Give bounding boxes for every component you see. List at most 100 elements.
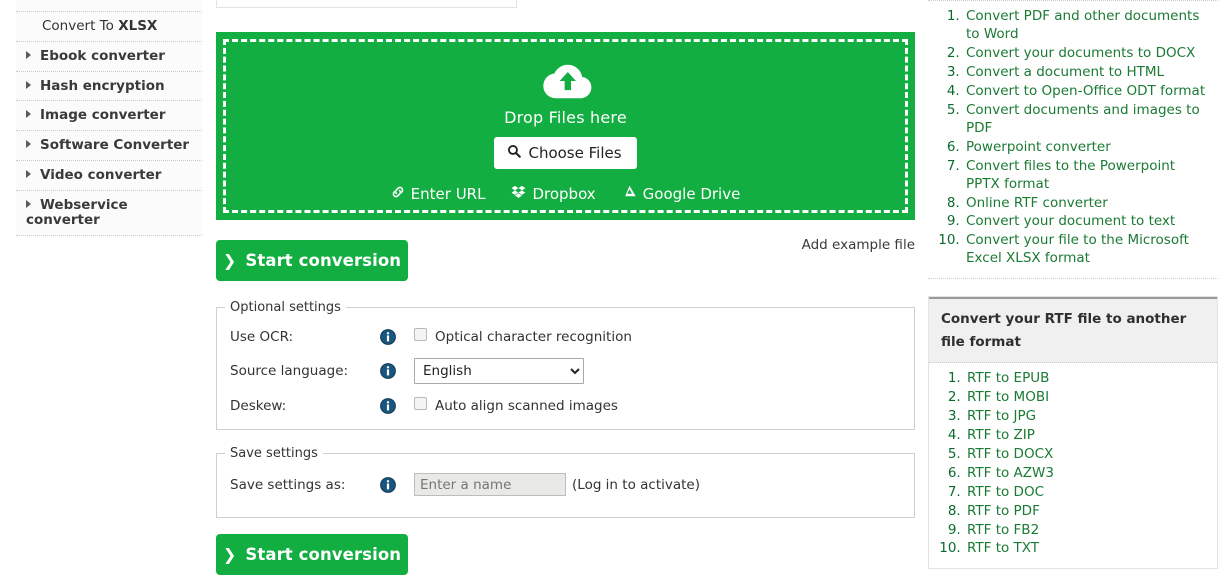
converter-link[interactable]: RTF to MOBI [967, 389, 1049, 405]
deskew-checkbox[interactable] [414, 397, 427, 410]
converter-link[interactable]: Convert a document to HTML [966, 64, 1164, 80]
magnifier-icon [507, 144, 522, 162]
converter-link[interactable]: Convert your file to the Microsoft Excel… [966, 232, 1189, 266]
info-icon[interactable] [380, 328, 396, 345]
source-language-select[interactable]: English [414, 358, 584, 384]
start-conversion-label: Start conversion [245, 251, 402, 270]
converter-link[interactable]: RTF to JPG [967, 408, 1036, 424]
start-conversion-button-top[interactable]: ❯ Start conversion [216, 240, 408, 281]
sidebar-item-ebook-converter[interactable]: Ebook converter [16, 41, 202, 72]
panel-top-converter-links: Convert PDF and other documents to Word C… [928, 0, 1218, 280]
caret-right-icon [26, 140, 31, 149]
panel-rtf-target-formats: Convert your RTF file to another file fo… [928, 296, 1218, 570]
panel-link-list: Convert PDF and other documents to Word C… [928, 1, 1218, 278]
use-ocr-label: Use OCR: [230, 328, 294, 345]
google-drive-label: Google Drive [642, 184, 741, 203]
list-item: RTF to TXT [965, 540, 1207, 558]
sidebar-item-software-converter[interactable]: Software Converter [16, 131, 202, 162]
start-conversion-label: Start conversion [245, 545, 402, 564]
panel-header: Convert your RTF file to another file fo… [929, 297, 1217, 363]
sidebar-item-convert-to-xlsx[interactable]: Convert To XLSX [16, 11, 202, 42]
sidebar-item-webservice-converter[interactable]: Webservice converter [16, 190, 202, 236]
converter-link[interactable]: RTF to EPUB [967, 370, 1049, 386]
log-in-link[interactable]: Log in [577, 477, 618, 493]
left-sidebar: Convert To TXTConvert To XLSXEbook conve… [16, 0, 202, 236]
use-ocr-checkbox-label: Optical character recognition [435, 328, 632, 345]
add-example-file-link[interactable]: Add example file [802, 237, 915, 253]
list-item: Convert files to the Powerpoint PPTX for… [964, 158, 1208, 194]
save-settings-legend: Save settings [230, 446, 318, 461]
info-icon[interactable] [380, 476, 396, 493]
save-settings-row: Save settings as: (Log in to activate) [217, 469, 914, 500]
list-item: RTF to FB2 [965, 522, 1207, 540]
list-item: RTF to DOC [965, 484, 1207, 502]
sidebar-item-hash-encryption[interactable]: Hash encryption [16, 71, 202, 102]
sidebar-item-label: Webservice converter [26, 196, 128, 228]
enter-url-link[interactable]: Enter URL [391, 184, 485, 203]
list-item: Convert your file to the Microsoft Excel… [964, 232, 1208, 268]
converter-link[interactable]: RTF to ZIP [967, 427, 1035, 443]
sidebar-item-label: Hash encryption [40, 77, 165, 94]
converter-link[interactable]: Convert your document to text [966, 213, 1175, 229]
list-item: Online RTF converter [964, 195, 1208, 213]
deskew-label: Deskew: [230, 397, 287, 414]
caret-right-icon [26, 80, 31, 89]
page-root: Convert To TXTConvert To XLSXEbook conve… [0, 0, 1230, 578]
converter-link[interactable]: Convert to Open-Office ODT format [966, 83, 1205, 99]
list-item: Convert documents and images to PDF [964, 102, 1208, 138]
converter-link[interactable]: RTF to FB2 [967, 522, 1039, 538]
save-settings-name-input[interactable] [414, 473, 566, 496]
dropbox-link[interactable]: Dropbox [511, 184, 596, 203]
converter-link[interactable]: RTF to DOC [967, 484, 1044, 500]
list-item: Convert your documents to DOCX [964, 45, 1208, 63]
list-item: RTF to AZW3 [965, 465, 1207, 483]
caret-right-icon [26, 110, 31, 119]
dropbox-icon [511, 184, 526, 203]
sidebar-item-image-converter[interactable]: Image converter [16, 101, 202, 132]
list-item: RTF to JPG [965, 408, 1207, 426]
sidebar-item-convert-to-txt[interactable]: Convert To TXT [16, 0, 202, 12]
choose-files-button[interactable]: Choose Files [494, 137, 637, 169]
converter-link[interactable]: Convert files to the Powerpoint PPTX for… [966, 158, 1175, 192]
dropzone-inner: Drop Files here Choose Files Enter URL D… [223, 39, 908, 213]
optional-settings-fieldset: Optional settings Use OCR: Optical charac… [216, 300, 915, 430]
deskew-checkbox-label: Auto align scanned images [435, 397, 618, 414]
file-dropzone[interactable]: Drop Files here Choose Files Enter URL D… [216, 32, 915, 220]
converter-link[interactable]: Convert documents and images to PDF [966, 102, 1200, 136]
sidebar-item-label: Convert To [42, 17, 119, 34]
list-item: RTF to PDF [965, 503, 1207, 521]
list-item: RTF to MOBI [965, 389, 1207, 407]
list-item: Convert a document to HTML [964, 64, 1208, 82]
sidebar-item-format: XLSX [118, 17, 158, 34]
cloud-upload-icon [537, 59, 595, 103]
caret-right-icon [26, 50, 31, 59]
list-item: RTF to DOCX [965, 446, 1207, 464]
info-icon[interactable] [380, 397, 396, 414]
list-item: Convert your document to text [964, 213, 1208, 231]
optional-settings-rows: Use OCR: Optical character recognition Sou… [217, 315, 914, 421]
chevron-right-icon: ❯ [222, 545, 237, 564]
converter-link[interactable]: RTF to TXT [967, 540, 1039, 556]
converter-link[interactable]: Powerpoint converter [966, 139, 1111, 155]
use-ocr-checkbox[interactable] [414, 328, 427, 341]
sidebar-item-video-converter[interactable]: Video converter [16, 161, 202, 191]
converter-link[interactable]: RTF to DOCX [967, 446, 1053, 462]
sidebar-item-format: TXT [118, 0, 147, 4]
start-conversion-button-bottom[interactable]: ❯ Start conversion [216, 534, 408, 575]
google-drive-link[interactable]: Google Drive [622, 184, 741, 203]
settings-row-use-ocr: Use OCR: Optical character recognition [217, 321, 914, 352]
sidebar-item-label: Image converter [40, 107, 166, 124]
save-settings-fieldset: Save settings Save settings as: (Log in … [216, 446, 915, 518]
converter-link[interactable]: RTF to AZW3 [967, 465, 1054, 481]
google-drive-icon [622, 184, 637, 203]
converter-link[interactable]: RTF to PDF [967, 503, 1040, 519]
login-to-activate-note: (Log in to activate) [572, 477, 700, 493]
info-icon[interactable] [380, 363, 396, 379]
panel-link-list: RTF to EPUB RTF to MOBI RTF to JPG RTF to Z… [929, 363, 1217, 569]
converter-link[interactable]: Convert your documents to DOCX [966, 45, 1195, 61]
sidebar-item-label: Software Converter [40, 137, 190, 154]
converter-link[interactable]: Online RTF converter [966, 195, 1108, 211]
chevron-right-icon: ❯ [222, 251, 237, 270]
converter-link[interactable]: Convert PDF and other documents to Word [966, 8, 1199, 42]
list-item: Powerpoint converter [964, 139, 1208, 157]
